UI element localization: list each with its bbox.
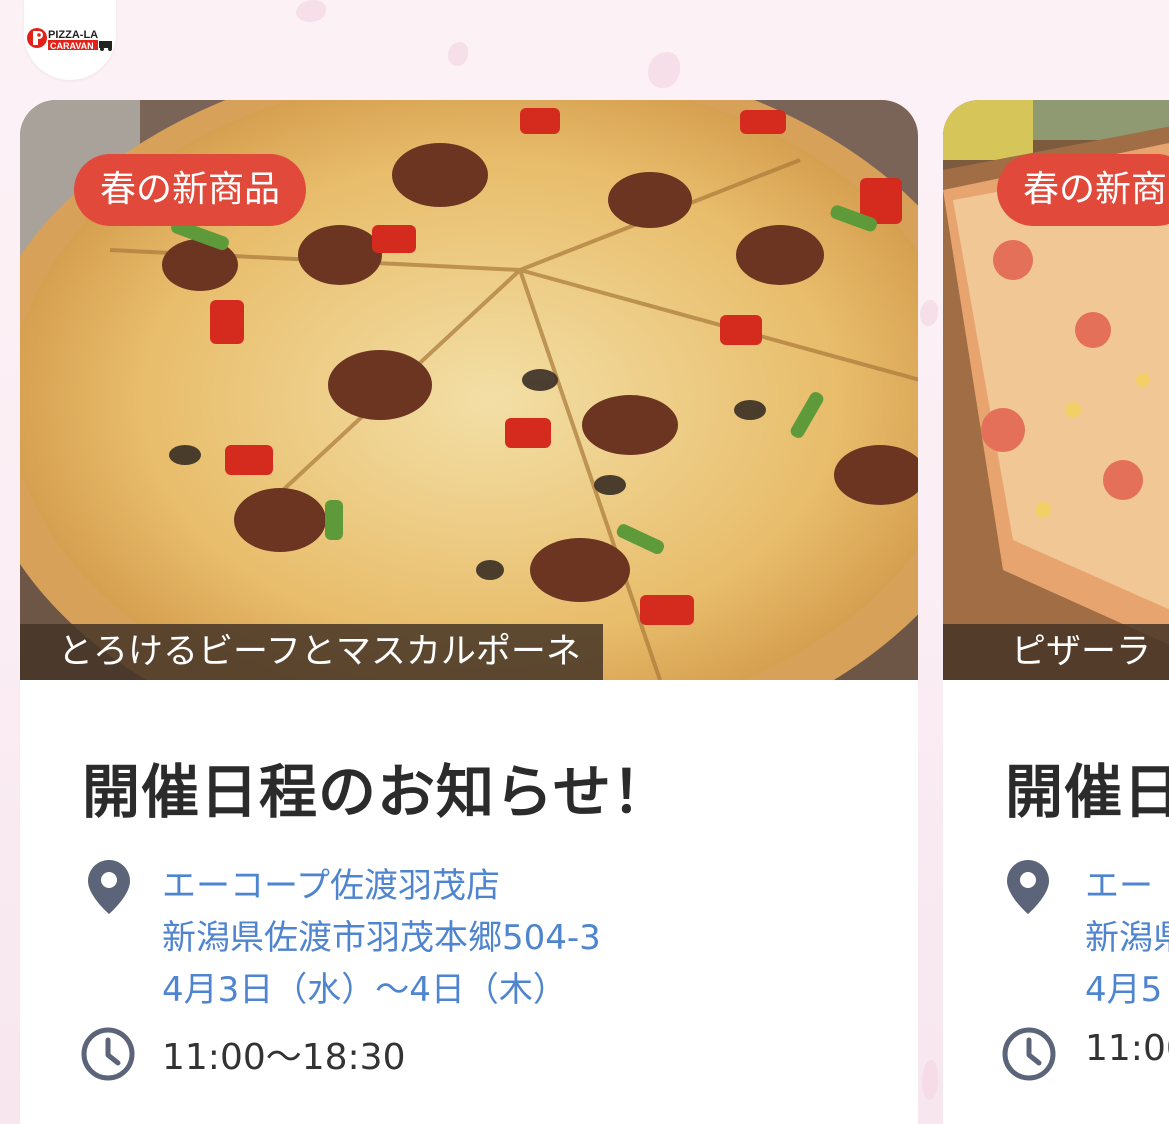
event-dates[interactable]: 4月5	[1085, 964, 1169, 1016]
store-name-link[interactable]: エー	[1085, 860, 1169, 912]
petal-decoration	[920, 300, 938, 326]
business-hours: 11:00	[1085, 1028, 1169, 1069]
product-caption: ピザーラ	[943, 624, 1169, 680]
business-hours: 11:00～18:30	[162, 1037, 406, 1078]
store-address[interactable]: 新潟県	[1085, 912, 1169, 964]
petal-decoration	[922, 1060, 938, 1100]
event-card[interactable]: 春の新商品 とろけるビーフとマスカルポーネ 開催日程のお知らせ！ エーコープ佐渡…	[20, 100, 918, 1124]
card-title: 開催日	[1005, 758, 1169, 826]
event-card[interactable]: 春の新商 ピザーラ 開催日 エー 新潟県 4月5 11:00	[943, 100, 1169, 1124]
clock-icon	[81, 1027, 135, 1081]
logo-text-top: PIZZA-LA	[48, 29, 98, 41]
brand-logo[interactable]: PIZZA-LA CARAVAN	[24, 0, 116, 80]
product-caption: とろけるビーフとマスカルポーネ	[20, 624, 603, 680]
new-product-badge: 春の新商	[997, 154, 1169, 226]
location-pin-icon	[88, 860, 130, 914]
location-info[interactable]: エー 新潟県 4月5	[1085, 860, 1169, 1016]
location-pin-icon	[1007, 860, 1049, 914]
store-name-link[interactable]: エーコープ佐渡羽茂店	[162, 860, 601, 912]
pizza-la-logo-icon: PIZZA-LA CARAVAN	[27, 28, 112, 51]
logo-text-bottom: CARAVAN	[50, 41, 94, 51]
petal-decoration	[296, 0, 326, 22]
location-info[interactable]: エーコープ佐渡羽茂店 新潟県佐渡市羽茂本郷504-3 4月3日（水）～4日（木）	[162, 860, 601, 1016]
store-address[interactable]: 新潟県佐渡市羽茂本郷504-3	[162, 912, 601, 964]
new-product-badge: 春の新商品	[74, 154, 307, 226]
petal-decoration	[648, 52, 680, 88]
clock-icon	[1002, 1027, 1056, 1081]
card-title: 開催日程のお知らせ！	[82, 758, 671, 826]
event-dates[interactable]: 4月3日（水）～4日（木）	[162, 964, 601, 1016]
petal-decoration	[448, 42, 468, 66]
